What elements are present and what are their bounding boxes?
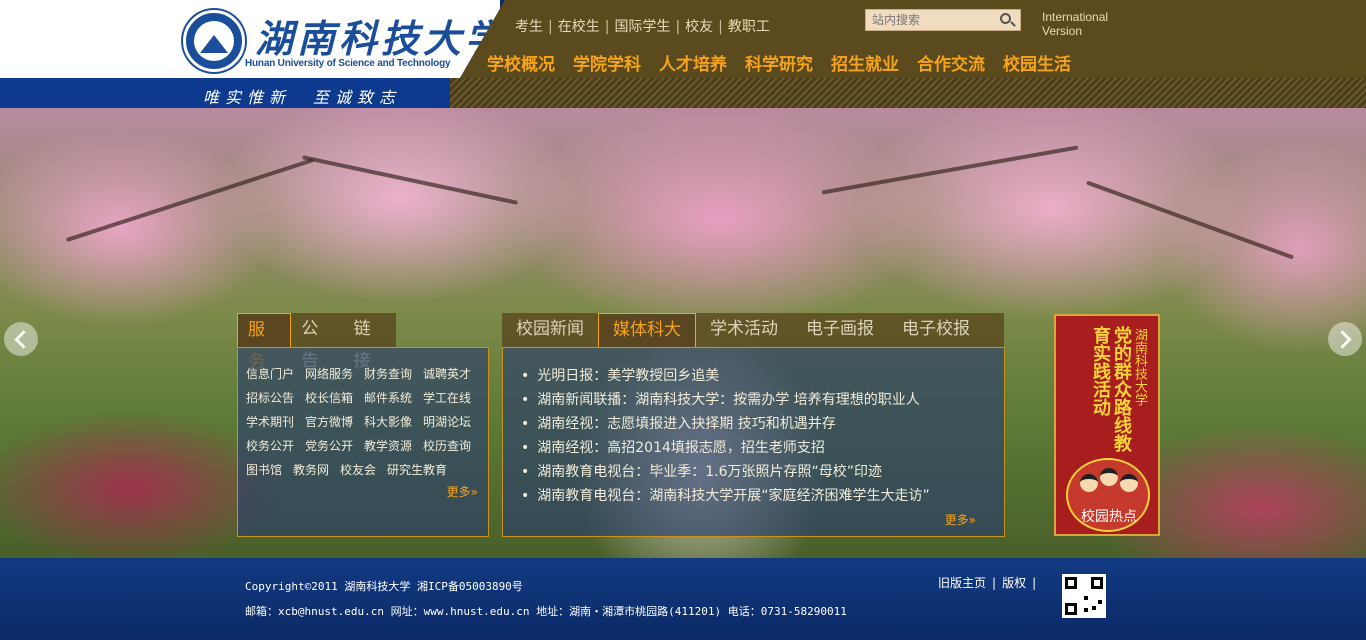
search-input[interactable] [866, 10, 991, 30]
service-link[interactable]: 党务公开 [305, 434, 353, 458]
link-staff[interactable]: 教职工 [728, 19, 770, 35]
service-link[interactable]: 官方微博 [305, 410, 353, 434]
tab-e-pictorial[interactable]: 电子画报 [792, 313, 888, 347]
service-link[interactable]: 财务查询 [364, 362, 412, 386]
tab-media-coverage[interactable]: 媒体科大 [598, 313, 696, 347]
service-link[interactable]: 校长信箱 [305, 386, 353, 410]
international-version-link[interactable]: International Version [1042, 10, 1108, 38]
news-panel: 光明日报：美学教授回乡追美 湖南新闻联播：湖南科技大学：按需办学 培养有理想的职… [502, 347, 1005, 537]
site-footer: Copyright©2011 湖南科技大学 湘ICP备05003890号 邮箱：… [0, 558, 1366, 640]
tab-links[interactable]: 链接 [344, 313, 396, 371]
tab-campus-news[interactable]: 校园新闻 [502, 313, 598, 347]
nav-about[interactable]: 学校概况 [487, 55, 555, 75]
service-link[interactable]: 教务网 [293, 458, 329, 482]
university-name-cn[interactable]: 湖南科技大学 [255, 8, 507, 63]
service-link[interactable]: 教学资源 [364, 434, 412, 458]
slider-next-arrow[interactable] [1328, 322, 1362, 356]
contact-info: 邮箱：xcb@hnust.edu.cn 网址：www.hnust.edu.cn … [245, 605, 847, 618]
main-nav: 学校概况 学院学科 人才培养 科学研究 招生就业 合作交流 校园生活 [487, 50, 1089, 75]
news-item[interactable]: 湖南教育电视台：毕业季：1.6万张照片存照“母校”印迹 [521, 460, 930, 484]
campus-hotspot-banner[interactable]: 党的群众路线教育实践活动 湖南科技大学 校园热点 [1054, 314, 1160, 536]
service-link[interactable]: 邮件系统 [364, 386, 412, 410]
tab-e-newspaper[interactable]: 电子校报 [888, 313, 984, 347]
service-link[interactable]: 科大影像 [364, 410, 412, 434]
nav-campus-life[interactable]: 校园生活 [1003, 55, 1071, 75]
services-panel: 信息门户 网络服务 财务查询 诚聘英才招标公告 校长信箱 邮件系统 学工在线学术期刊 官方微博… [237, 347, 489, 537]
service-link[interactable]: 图书馆 [246, 458, 282, 482]
university-name-en: Hunan University of Science and Technolo… [245, 58, 451, 69]
services-more-link[interactable]: 更多» [447, 483, 478, 500]
copyright-text: Copyright©2011 湖南科技大学 湘ICP备05003890号 [245, 580, 523, 593]
copyright-link[interactable]: 版权 [1002, 576, 1026, 590]
separator: | [718, 19, 723, 35]
service-link[interactable]: 校友会 [340, 458, 376, 482]
separator: | [992, 576, 997, 590]
services-tabs: 服务 公告 链接 [237, 313, 396, 372]
site-header: 湖南科技大学 Hunan University of Science and T… [0, 0, 1366, 108]
university-motto: 唯实惟新 至诚致志 [203, 88, 402, 107]
service-link[interactable]: 明湖论坛 [423, 410, 471, 434]
service-link[interactable]: 校务公开 [246, 434, 294, 458]
old-homepage-link[interactable]: 旧版主页 [938, 576, 986, 590]
link-international-students[interactable]: 国际学生 [614, 19, 670, 35]
service-link[interactable]: 学工在线 [423, 386, 471, 410]
tab-academic-events[interactable]: 学术活动 [696, 313, 792, 347]
news-item[interactable]: 湖南新闻联播：湖南科技大学：按需办学 培养有理想的职业人 [521, 388, 930, 412]
intl-line-1: International [1042, 10, 1109, 24]
university-seal-logo [183, 10, 245, 72]
service-link[interactable]: 诚聘英才 [423, 362, 471, 386]
feature-side-text: 湖南科技大学 [1132, 328, 1147, 406]
service-link[interactable]: 网络服务 [305, 362, 353, 386]
link-alumni[interactable]: 校友 [685, 19, 713, 35]
service-link[interactable]: 招标公告 [246, 386, 294, 410]
separator: | [604, 19, 610, 35]
news-item[interactable]: 湖南经视：高招2014填报志愿，招生老师支招 [521, 436, 930, 460]
separator: | [675, 19, 681, 35]
nav-admissions[interactable]: 招生就业 [831, 55, 899, 75]
nav-cooperation[interactable]: 合作交流 [917, 55, 985, 75]
service-link[interactable]: 信息门户 [246, 362, 294, 386]
footer-links: 旧版主页 | 版权 | [938, 574, 1042, 591]
news-item[interactable]: 光明日报：美学教授回乡追美 [521, 364, 930, 388]
qr-code-icon [1062, 574, 1106, 618]
separator: | [548, 19, 553, 35]
intl-line-2: Version [1042, 24, 1083, 38]
tab-announcements[interactable]: 公告 [291, 313, 343, 371]
nav-education[interactable]: 人才培养 [659, 55, 727, 75]
nav-research[interactable]: 科学研究 [745, 55, 813, 75]
nav-colleges[interactable]: 学院学科 [573, 55, 641, 75]
feature-label: 校园热点 [1081, 509, 1137, 525]
news-more-link[interactable]: 更多» [945, 511, 976, 528]
news-tabs: 校园新闻 媒体科大 学术活动 电子画报 电子校报 [502, 313, 1004, 347]
service-link[interactable]: 研究生教育 [387, 458, 447, 482]
search-button[interactable] [996, 11, 1018, 29]
audience-links: 考生 | 在校生 | 国际学生 | 校友 | 教职工 [515, 16, 770, 36]
link-prospective-students[interactable]: 考生 [515, 19, 543, 35]
site-search [865, 9, 1021, 31]
news-item[interactable]: 湖南经视：志愿填报进入抉择期 技巧和机遇并存 [521, 412, 930, 436]
services-link-grid: 信息门户 网络服务 财务查询 诚聘英才招标公告 校长信箱 邮件系统 学工在线学术期刊 官方微博… [246, 362, 486, 482]
tab-services[interactable]: 服务 [237, 313, 292, 372]
service-link[interactable]: 校历查询 [423, 434, 471, 458]
news-item[interactable]: 湖南教育电视台：湖南科技大学开展“家庭经济困难学生大走访” [521, 484, 930, 508]
service-link[interactable]: 学术期刊 [246, 410, 294, 434]
separator: | [1032, 576, 1037, 590]
feature-title: 党的群众路线教育实践活动 [1090, 326, 1132, 452]
news-list: 光明日报：美学教授回乡追美 湖南新闻联播：湖南科技大学：按需办学 培养有理想的职… [521, 364, 930, 508]
slider-prev-arrow[interactable] [4, 322, 38, 356]
link-current-students[interactable]: 在校生 [558, 19, 600, 35]
